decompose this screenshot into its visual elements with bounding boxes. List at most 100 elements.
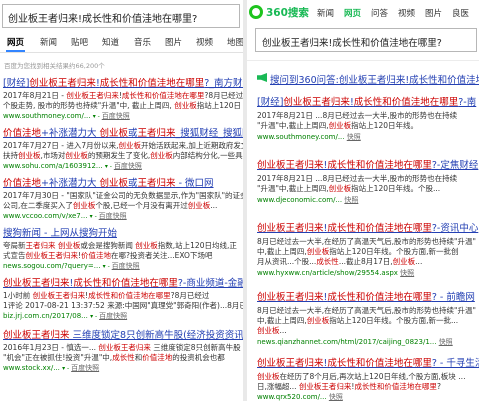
snapshot-link[interactable]: 快照 <box>439 338 453 346</box>
snapshot-link[interactable]: 快照 <box>400 269 414 277</box>
logo-text[interactable]: 360搜索 <box>266 5 309 20</box>
result-url-text[interactable]: www.southmoney.com/... <box>257 133 345 141</box>
snapshot-link[interactable]: 百度快照 <box>112 262 140 270</box>
result-title-link[interactable]: [财经]创业板王者归来!成长性和价值洼地在哪里?_南方财经 <box>3 78 243 90</box>
result-title-link[interactable]: 创业板王者归来!成长性和价值洼地在哪里?-商业频道-金融界 <box>3 278 243 290</box>
result-title-link[interactable]: 创业板王者归来!成长性和价值洼地在哪里?-定焦财经 <box>257 160 478 172</box>
speaker-icon <box>257 73 267 82</box>
search-input[interactable]: 创业板王者归来!成长性和价值洼地在哪里? <box>2 4 240 28</box>
result-snippet-line: 创业板在经历了8个月后,再次站上120日年线,个股方面,板块 … <box>257 372 466 381</box>
result-url-text[interactable]: news.sogou.com/?query=... <box>3 262 100 270</box>
result-url-text[interactable]: news.qianzhannet.com/html/2017/caijing_0… <box>257 338 436 346</box>
result-snippet-line: 2017年8月21日 ...8月已经过去一大半,股市的形势也在持续 <box>257 174 458 183</box>
nav-qa[interactable]: 问答 <box>371 7 388 19</box>
result-snippet-line: 8月已经过去一大半,在经历了高温天气后,股市的形势也持续"升温" <box>257 237 476 246</box>
result-count: 百度为您找到相关结果约66,200个 <box>4 62 105 70</box>
360-logo-icon[interactable] <box>249 5 263 19</box>
tab-zhidao[interactable]: 知道 <box>102 36 119 48</box>
result-snippet-line: "升温"中,截止上周四,创业板指站上120日年线。个股... <box>257 184 441 193</box>
chevron-down-icon[interactable]: ▾ - <box>93 113 102 120</box>
snapshot-link[interactable]: 百度快照 <box>71 364 99 372</box>
tab-web[interactable]: 网页 <box>7 36 24 48</box>
snapshot-link[interactable]: 百度快照 <box>99 312 127 320</box>
result-url: news.sogou.com/?query=... ▾ - 百度快照 <box>3 261 140 272</box>
search-query-text: 创业板王者归来!成长性和价值洼地在哪里? <box>262 38 442 49</box>
result-snippet-line: 公司,在二季度买入了创业板个股,已经一个月没有离开过创业板... <box>3 201 218 210</box>
result-url-text[interactable]: www.djeconomic.com/... <box>257 196 342 204</box>
result-snippet-line: 2016年1月23日 - 慎选一... 创业板王者归来 三维度锁定8只创新高牛股 <box>3 343 241 352</box>
result-title-link[interactable]: 创业板王者归来!成长性和价值洼地在哪里?-资讯中心 <box>257 223 478 235</box>
baidu-results-pane: 创业板王者归来!成长性和价值洼地在哪里? 网页 新闻 贴吧 知道 音乐 图片 视… <box>0 0 243 401</box>
nav-doctor[interactable]: 良医 <box>452 7 469 19</box>
chevron-down-icon[interactable]: ▾ - <box>62 365 71 372</box>
result-title-link[interactable]: 创业板王者归来 三维度锁定8只创新高牛股(经济投资资讯_ <box>3 330 243 342</box>
result-title-link[interactable]: 价值洼地+补涨潜力大 创业板或王者归来 - 微口网 <box>3 178 214 190</box>
result-snippet-line: 2017年8月21日 - 创业板王者归来!成长性和价值洼地在哪里?8月已经过 <box>3 91 243 100</box>
tabs-divider <box>0 52 243 53</box>
result-url-text[interactable]: www.sohu.com/a/1603912... <box>3 162 103 170</box>
result-url-text[interactable]: www.qrx520.com/... <box>257 393 327 401</box>
snapshot-link[interactable]: 快照 <box>347 133 361 141</box>
result-url-text[interactable]: www.stock.xx/... <box>3 364 60 372</box>
result-url: www.qrx520.com/... 快照 <box>257 392 343 401</box>
result-title-link[interactable]: [财经]创业板王者归来!成长性和价值洼地在哪里?-南 <box>257 97 476 109</box>
qa-notice-link[interactable]: 搜问到360问答:创业板王者归来!成长性和价值洼地在哪里? <box>270 72 479 86</box>
tab-tieba[interactable]: 贴吧 <box>71 36 88 48</box>
result-snippet-line: 2017年7月27日 - 进入7月份以来,创业板开始活跃起来,加上近期政府发文 <box>3 141 243 150</box>
result-title-link[interactable]: 创业板王者归来!成长性和价值洼地在哪里? - 前瞻网 <box>257 292 475 304</box>
snapshot-link[interactable]: 快照 <box>329 393 343 401</box>
result-title-link[interactable]: 创业板王者归来!成长性和价值洼地在哪里? - 千寻生活 <box>257 358 479 370</box>
result-snippet-line: 8月已经过去一大半,在经历了高温天气后,股市的形势也持续"升温" <box>257 306 476 315</box>
result-title-link[interactable]: 搜狗新闻 - 上网从搜狗开始 <box>3 228 117 240</box>
snapshot-link[interactable]: 百度快照 <box>99 212 127 220</box>
result-snippet-line: 1评论 2017-08-21 13:37:52 来源:中国网"真理党"郭奇阳(作… <box>3 301 243 310</box>
result-url: www.vccoo.com/v/xe7... ▾ - 百度快照 <box>3 211 127 222</box>
snapshot-link[interactable]: 百度快照 <box>114 162 142 170</box>
result-url-text[interactable]: biz.jrj.com.cn/2017/08... <box>3 312 88 320</box>
result-snippet-line: 扶持创业板,市场对创业板的预期发生了变化,创业板内部结构分化,一些具 <box>3 151 243 160</box>
nav-news[interactable]: 新闻 <box>317 7 334 19</box>
chevron-down-icon[interactable]: ▾ - <box>90 213 99 220</box>
result-url: www.djeconomic.com/... 快照 <box>257 195 358 205</box>
top-nav: 360搜索 新闻 网页 问答 视频 图片 良医 <box>247 0 479 22</box>
chevron-down-icon[interactable]: ▾ - <box>105 163 114 170</box>
result-url: www.hyxww.cn/article/show/29554.aspx 快照 <box>257 268 414 278</box>
result-snippet-line: 日,涨幅超... 创业板王者归来!成长性和价值洼地在哪里? <box>257 382 441 391</box>
result-snippet-line: 夸局新王者归来 创业板或会是搜狗新闻 创业板指数,站上120日均线,正 <box>3 241 237 250</box>
result-url-text[interactable]: www.southmoney.com/... <box>3 112 91 120</box>
result-snippet-line: 1小时前 创业板王者归来!成长性和价值洼地在哪里?8月已经过 <box>3 291 210 300</box>
result-title-link[interactable]: 价值洼地+补涨潜力大 创业板或王者归来_搜狐财经_搜狐网 <box>3 128 243 140</box>
search-input[interactable]: 创业板王者归来!成长性和价值洼地在哪里? <box>255 28 477 52</box>
result-url: www.stock.xx/... ▾ - 百度快照 <box>3 363 99 374</box>
result-snippet-line: 个股走势, 股市的形势也持续"升温"中, 截止上周四, 创业板指站上120日 <box>3 101 242 110</box>
result-url-text[interactable]: www.hyxww.cn/article/show/29554.aspx <box>257 269 398 277</box>
tab-news[interactable]: 新闻 <box>40 36 57 48</box>
nav-video[interactable]: 视频 <box>398 7 415 19</box>
result-url: news.qianzhannet.com/html/2017/caijing_0… <box>257 337 453 347</box>
tab-video[interactable]: 视频 <box>196 36 213 48</box>
snapshot-link[interactable]: 百度快照 <box>102 112 130 120</box>
search-query-text: 创业板王者归来!成长性和价值洼地在哪里? <box>8 14 198 25</box>
result-snippet-line: 式宣告创业板王者归来!价值洼地在哪?投资者关注...EXO下场吧 <box>3 251 213 260</box>
result-snippet-line: "升温"中,截止上周四,创业板指站上120日年线。 <box>257 121 418 130</box>
search-tabs: 网页 新闻 贴吧 知道 音乐 图片 视频 地图 <box>0 36 243 52</box>
nav-images[interactable]: 图片 <box>425 7 442 19</box>
result-url: www.southmoney.com/... 快照 <box>257 132 361 142</box>
snapshot-link[interactable]: 快照 <box>344 196 358 204</box>
tab-music[interactable]: 音乐 <box>134 36 151 48</box>
result-snippet-line: 月从资讯...个股...成长性...截止8月17日,创业板... <box>257 257 423 266</box>
tab-images[interactable]: 图片 <box>165 36 182 48</box>
result-url: biz.jrj.com.cn/2017/08... ▾ - 百度快照 <box>3 311 127 322</box>
nav-web[interactable]: 网页 <box>344 7 361 19</box>
result-url-text[interactable]: www.vccoo.com/v/xe7... <box>3 212 87 220</box>
result-url: www.southmoney.com/... ▾ - 百度快照 <box>3 111 130 122</box>
result-snippet-line: 2017年7月30日 - "国家队"证金公司的无负数据显示,作为"国家队"的证金 <box>3 191 243 200</box>
result-snippet-line: 中,截止上周四,创业板指站上120日年线。个股方面,新一批... <box>257 316 459 325</box>
header-divider <box>247 60 479 61</box>
result-snippet-line: 中,截止上周四,创业板指站上120日年线。个股方面,新一批创 <box>257 247 459 256</box>
chevron-down-icon[interactable]: ▾ - <box>90 313 99 320</box>
tab-map[interactable]: 地图 <box>227 36 243 48</box>
result-snippet-line: 2017年8月21日 ...8月已经过去一大半,股市的形势也在持续 <box>257 111 458 120</box>
result-snippet-line: "机会"正在被抓住!投资"升温"中,成长性和价值洼地的投资机会也都 <box>3 353 225 362</box>
chevron-down-icon[interactable]: ▾ - <box>103 263 112 270</box>
